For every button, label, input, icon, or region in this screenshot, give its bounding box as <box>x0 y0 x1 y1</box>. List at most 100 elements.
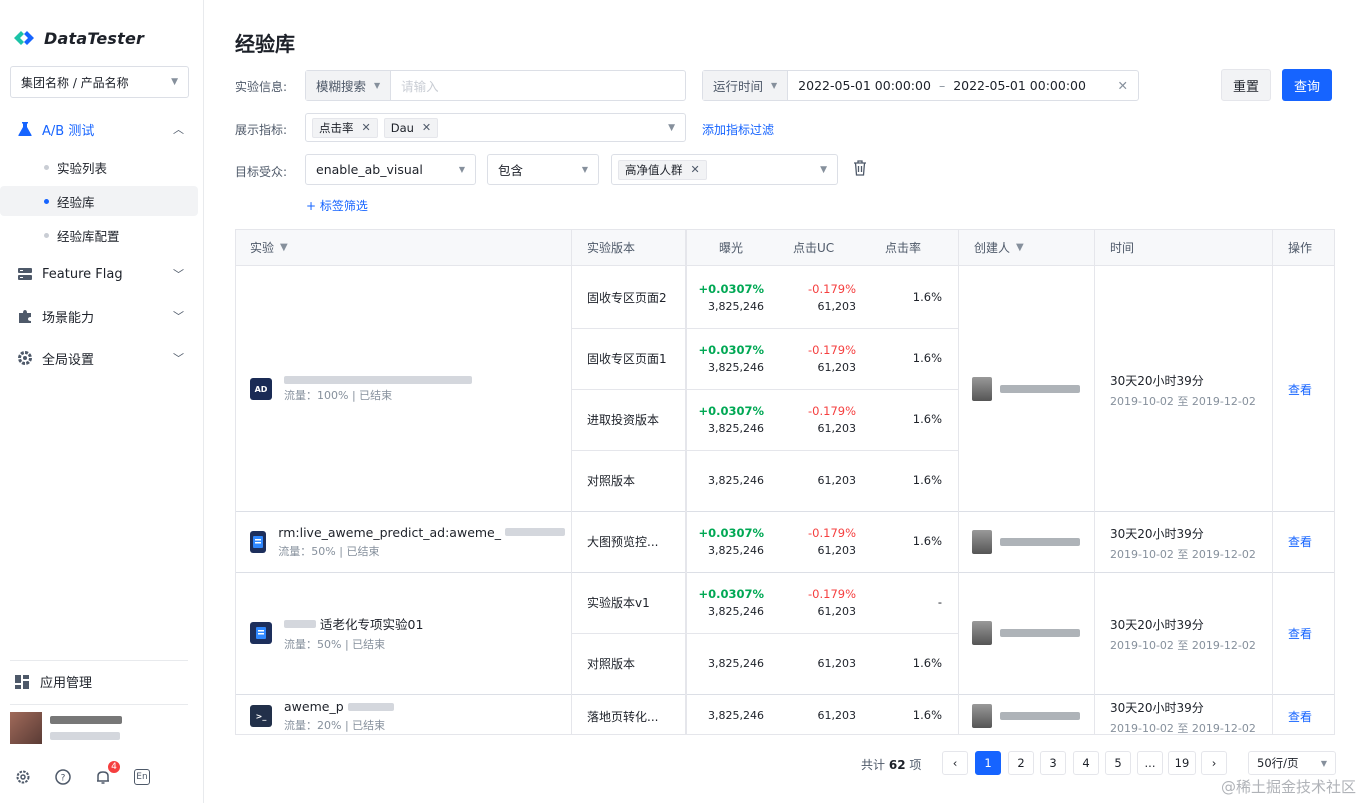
remove-tag-icon[interactable]: ✕ <box>362 121 371 134</box>
search-mode-select[interactable]: 模糊搜索 ▼ <box>306 71 392 100</box>
version-name: 固收专区页面2 <box>587 291 667 305</box>
delete-icon[interactable] <box>853 160 867 179</box>
document-icon <box>250 530 267 553</box>
next-page-button[interactable]: › <box>1201 751 1227 775</box>
row-divider <box>571 389 958 390</box>
exposure-value: 3,825,246 <box>708 299 764 313</box>
nav-scene-ability[interactable]: 场景能力 ﹀ <box>0 298 204 334</box>
page-size-select[interactable]: 50行/页 ▼ <box>1248 751 1336 775</box>
filter-icon[interactable]: ▼ <box>280 242 288 253</box>
click-uc-value: 61,203 <box>817 473 857 487</box>
ctr-value: - <box>937 594 942 609</box>
page-button[interactable]: 2 <box>1008 751 1034 775</box>
add-tag-filter-link[interactable]: + 标签筛选 <box>306 197 368 214</box>
puzzle-icon <box>16 307 34 325</box>
click-uc-value: 61,203 <box>817 299 857 313</box>
page-button[interactable]: 19 <box>1168 751 1196 775</box>
remove-tag-icon[interactable]: ✕ <box>422 121 431 134</box>
app-management[interactable]: 应用管理 <box>14 672 92 691</box>
language-icon[interactable]: En <box>134 769 150 785</box>
nav-feature-flag[interactable]: Feature Flag ﹀ <box>0 256 204 292</box>
page-button[interactable]: 5 <box>1105 751 1131 775</box>
click-uc-cell: -0.179% 61,203 <box>796 280 856 316</box>
help-icon[interactable]: ? <box>54 768 72 786</box>
experiment-meta: 流量：100% | 已结束 <box>284 388 393 402</box>
add-metric-filter-link[interactable]: 添加指标过滤 <box>702 121 774 138</box>
click-uc-delta: -0.179% <box>808 586 856 601</box>
flag-icon <box>16 265 34 283</box>
settings-icon[interactable] <box>14 768 32 786</box>
experiment-info: aweme_p 流量：20% | 已结束 <box>284 699 394 733</box>
chevron-down-icon: ▼ <box>668 122 675 133</box>
time-mode-select[interactable]: 运行时间 ▼ <box>703 71 789 100</box>
column-divider <box>958 230 959 734</box>
row-divider <box>236 511 1334 512</box>
experiment-name[interactable]: rm:live_aweme_predict_ad:aweme_ <box>278 525 565 540</box>
date-range: 2019-10-02 至 2019-12-02 <box>1110 547 1256 561</box>
search-mode-label: 模糊搜索 <box>316 79 367 94</box>
exp-search-group: 模糊搜索 ▼ 请输入 <box>305 70 686 101</box>
page-ellipsis[interactable]: ... <box>1137 751 1163 775</box>
exposure-value: 3,825,246 <box>708 473 764 487</box>
user-name-redacted <box>50 716 122 724</box>
filter-icon[interactable]: ▼ <box>1016 242 1024 253</box>
user-email-redacted <box>50 732 120 740</box>
sub-item-label: 实验列表 <box>57 160 108 176</box>
audience-value-select[interactable]: 高净值人群 ✕ ▼ <box>611 154 838 185</box>
audience-field-value: enable_ab_visual <box>316 162 423 177</box>
experiment-name[interactable] <box>284 375 472 384</box>
user-profile[interactable] <box>10 712 122 744</box>
metric-select[interactable]: 点击率 ✕ Dau ✕ ▼ <box>305 113 686 142</box>
view-link[interactable]: 查看 <box>1288 533 1312 551</box>
dashboard-icon <box>15 674 29 689</box>
sub-item-library-config[interactable]: 经验库配置 <box>0 220 198 250</box>
page-button[interactable]: 4 <box>1073 751 1099 775</box>
exposure-cell: +0.0307% 3,825,246 <box>688 524 764 560</box>
experiment-name-redacted <box>505 528 565 536</box>
experiment-name[interactable]: 适老化专项实验01 <box>284 614 423 633</box>
ctr-value: 1.6% <box>912 708 942 722</box>
ad-icon: AD <box>250 378 272 400</box>
svg-text:?: ? <box>61 774 66 784</box>
experiment-name-text: rm:live_aweme_predict_ad:aweme_ <box>278 524 501 540</box>
date-range-picker[interactable]: 2022-05-01 00:00:00 – 2022-05-01 00:00:0… <box>788 71 1138 100</box>
exposure-cell: +0.0307% 3,825,246 <box>688 585 764 621</box>
group-product-select[interactable]: 集团名称 / 产品名称 ▼ <box>10 66 189 98</box>
experiment-cell: 适老化专项实验01 流量：50% | 已结束 <box>250 615 565 651</box>
row-divider <box>571 450 958 451</box>
nav-global-settings[interactable]: 全局设置 ﹀ <box>0 340 204 376</box>
nav-ab-test[interactable]: A/B 测试 ︿ <box>0 111 204 147</box>
reset-button[interactable]: 重置 <box>1221 69 1271 101</box>
app-logo[interactable]: DataTester <box>12 28 144 48</box>
sub-item-label: 经验库 <box>57 194 95 210</box>
exposure-cell: +0.0307% 3,825,246 <box>688 341 764 377</box>
experiment-name-redacted <box>347 702 394 711</box>
column-divider <box>571 230 572 734</box>
view-link[interactable]: 查看 <box>1288 707 1312 725</box>
divider <box>10 704 188 705</box>
view-link[interactable]: 查看 <box>1288 380 1312 398</box>
clear-icon[interactable]: ✕ <box>1118 78 1128 93</box>
page-button[interactable]: 1 <box>975 751 1001 775</box>
prev-page-button[interactable]: ‹ <box>942 751 968 775</box>
sub-item-experiment-list[interactable]: 实验列表 <box>0 152 198 182</box>
sub-item-experience-library[interactable]: 经验库 <box>0 186 198 216</box>
audience-field-select[interactable]: enable_ab_visual ▼ <box>305 154 476 185</box>
header-label: 创建人 <box>974 241 1011 255</box>
experiment-name[interactable]: aweme_p <box>284 699 394 714</box>
creator-cell <box>972 529 1080 554</box>
remove-tag-icon[interactable]: ✕ <box>691 163 700 176</box>
view-link[interactable]: 查看 <box>1288 624 1312 642</box>
page-button[interactable]: 3 <box>1040 751 1066 775</box>
exp-search-input[interactable]: 请输入 <box>391 71 685 100</box>
ctr-value: 1.6% <box>912 533 942 548</box>
col-header-time: 时间 <box>1094 230 1272 266</box>
query-button[interactable]: 查询 <box>1282 69 1332 101</box>
audience-operator-select[interactable]: 包含 ▼ <box>487 154 599 185</box>
experiment-name-redacted <box>284 619 316 628</box>
bell-icon[interactable]: 4 <box>94 760 121 786</box>
watermark: @稀土掘金技术社区 <box>1220 778 1356 796</box>
creator-cell <box>972 621 1080 645</box>
nav-scene-ability-label: 场景能力 <box>42 310 95 326</box>
experiment-cell: >_ aweme_p 流量：20% | 已结束 <box>250 698 565 734</box>
